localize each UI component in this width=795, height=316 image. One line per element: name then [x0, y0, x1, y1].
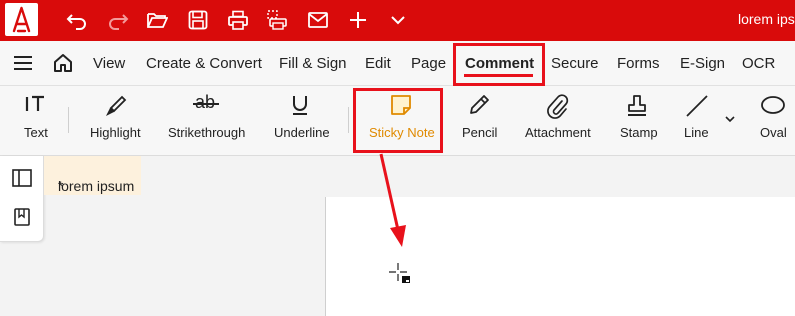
annotation-arrow — [379, 153, 406, 247]
